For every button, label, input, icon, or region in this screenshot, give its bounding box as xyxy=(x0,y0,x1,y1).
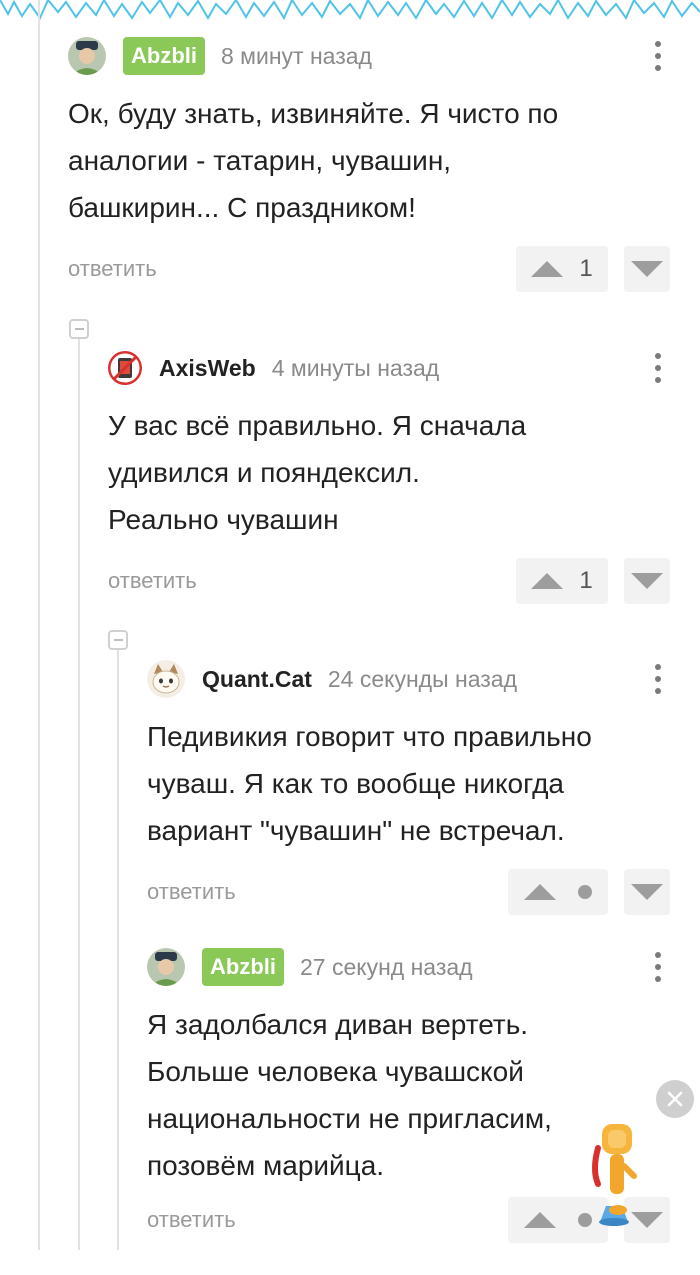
comment-actions: ответить 1 xyxy=(108,558,670,604)
comment: Abzbli 8 минут назад Ок, буду знать, изв… xyxy=(68,35,670,297)
comment: Quant.Cat 24 секунды назад Педивикия гов… xyxy=(147,658,670,920)
comment-header: Abzbli 8 минут назад xyxy=(68,35,670,77)
comment-text: У вас всё правильно. Я сначала удивился … xyxy=(108,410,527,535)
reply-button[interactable]: ответить xyxy=(147,1197,236,1243)
username[interactable]: Quant.Cat xyxy=(202,666,312,693)
upvote-button[interactable]: 1 xyxy=(516,558,608,604)
top-wave-decoration xyxy=(0,0,700,20)
avatar[interactable] xyxy=(68,37,106,75)
avatar[interactable] xyxy=(147,948,185,986)
comment-time: 24 секунды назад xyxy=(327,665,518,692)
comment-text: Ок, буду знать, извиняйте. Я чисто по ан… xyxy=(68,98,559,223)
arrow-down-icon xyxy=(631,261,663,277)
comment: AxisWeb 4 минуты назад У вас всё правиль… xyxy=(108,347,670,609)
comment-header: Abzbli 27 секунд назад xyxy=(147,946,670,988)
vote-score: 1 xyxy=(579,255,593,282)
downvote-button[interactable] xyxy=(624,558,670,604)
username-badge[interactable]: Abzbli xyxy=(202,948,284,986)
comment-header: AxisWeb 4 минуты назад xyxy=(108,347,670,389)
collapse-thread-button[interactable] xyxy=(108,630,128,650)
arrow-up-icon xyxy=(524,1212,556,1228)
arrow-up-icon xyxy=(531,573,563,589)
upvote-button[interactable] xyxy=(508,869,608,915)
more-vertical-icon[interactable] xyxy=(646,661,670,697)
collapse-thread-button[interactable] xyxy=(69,319,89,339)
minus-square-icon xyxy=(113,639,123,641)
username[interactable]: AxisWeb xyxy=(159,355,256,382)
comment-header: Quant.Cat 24 секунды назад xyxy=(147,658,670,700)
vote-dot xyxy=(578,885,592,899)
comment-time: 8 минут назад xyxy=(221,42,372,69)
downvote-button[interactable] xyxy=(624,246,670,292)
close-button[interactable] xyxy=(656,1080,694,1118)
username-badge[interactable]: Abzbli xyxy=(123,37,205,75)
more-vertical-icon[interactable] xyxy=(646,38,670,74)
comment-actions: ответить xyxy=(147,869,670,915)
vote-score: 1 xyxy=(579,567,593,594)
reply-button[interactable]: ответить xyxy=(108,558,197,604)
close-icon xyxy=(667,1091,683,1107)
comment-actions: ответить 1 xyxy=(68,246,670,292)
thread-line-level-0 xyxy=(38,0,40,1250)
comment-time: 4 минуты назад xyxy=(271,354,440,381)
downvote-button[interactable] xyxy=(624,869,670,915)
arrow-up-icon xyxy=(531,261,563,277)
avatar[interactable] xyxy=(147,660,185,698)
minus-square-icon xyxy=(74,328,84,330)
thread-line-level-2 xyxy=(117,648,119,1250)
comment-time: 27 секунд назад xyxy=(300,953,473,980)
thread-line-level-1 xyxy=(78,338,80,1250)
more-vertical-icon[interactable] xyxy=(646,949,670,985)
comment-text: Педивикия говорит что правильно чуваш. Я… xyxy=(147,721,592,846)
arrow-down-icon xyxy=(631,573,663,589)
more-vertical-icon[interactable] xyxy=(646,350,670,386)
avatar[interactable] xyxy=(108,351,142,385)
upvote-button[interactable]: 1 xyxy=(516,246,608,292)
arrow-up-icon xyxy=(524,884,556,900)
arrow-down-icon xyxy=(631,884,663,900)
reply-button[interactable]: ответить xyxy=(68,246,157,292)
mascot-widget[interactable] xyxy=(588,1118,640,1228)
reply-button[interactable]: ответить xyxy=(147,869,236,915)
